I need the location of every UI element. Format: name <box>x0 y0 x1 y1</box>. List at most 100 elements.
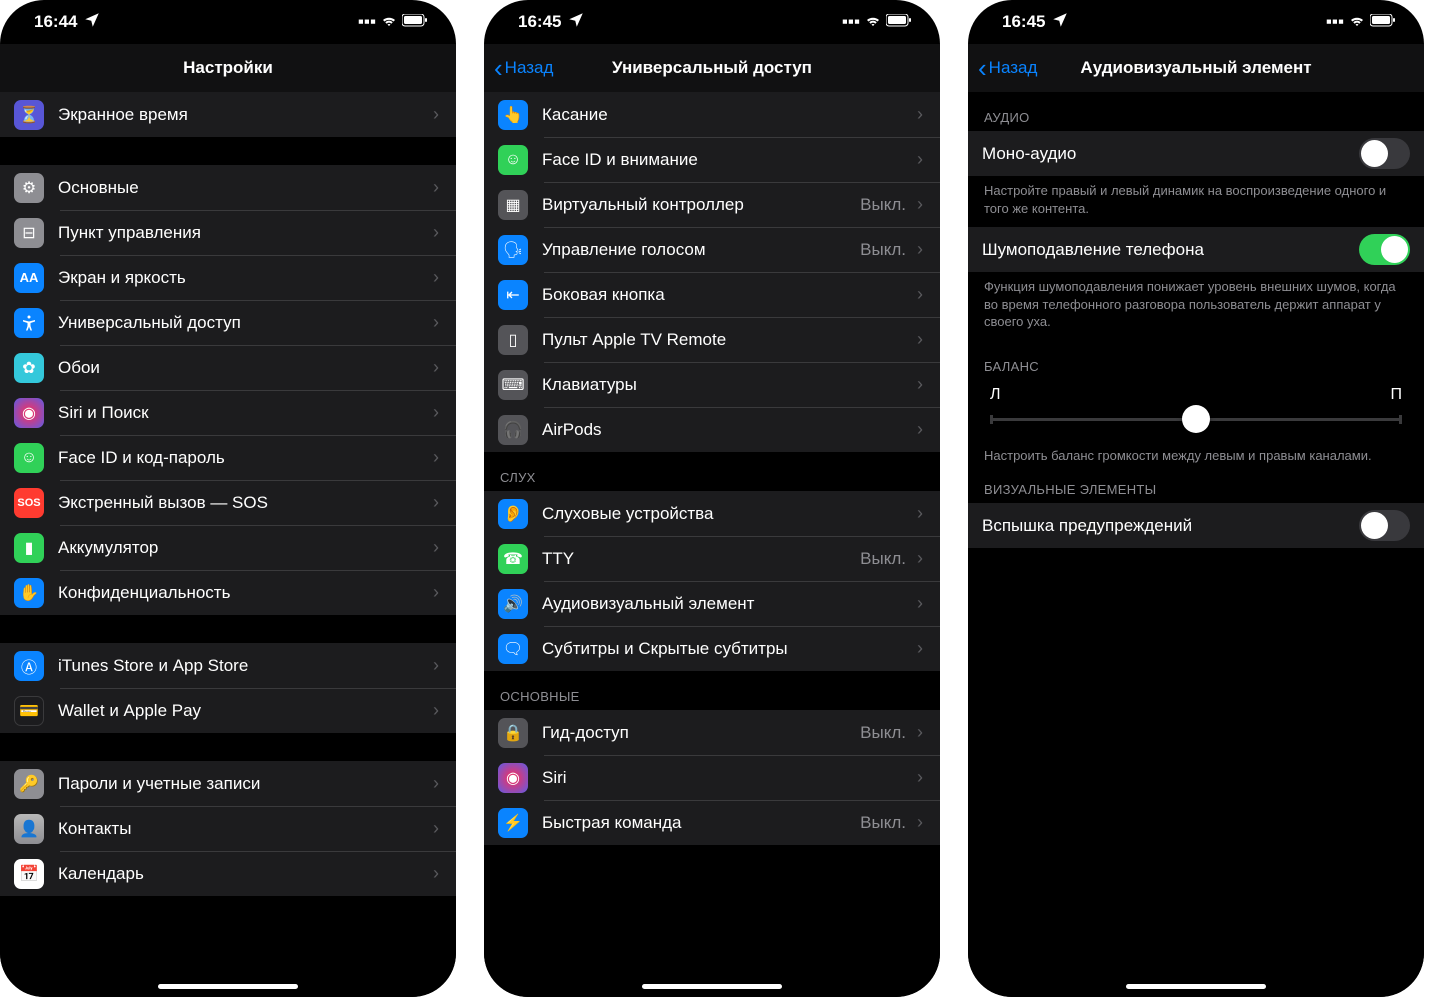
hand-icon: ✋ <box>14 578 44 608</box>
back-button[interactable]: ‹ Назад <box>978 53 1037 84</box>
row-calendar[interactable]: 📅 Календарь › <box>0 851 456 896</box>
row-battery[interactable]: ▮ Аккумулятор › <box>0 525 456 570</box>
row-guided-access[interactable]: 🔒 Гид-доступ Выкл. › <box>484 710 940 755</box>
home-indicator[interactable] <box>158 984 298 989</box>
chevron-right-icon: › <box>430 177 442 198</box>
nav-bar: ‹ Назад Аудиовизуальный элемент <box>968 44 1424 92</box>
lock-icon: 🔒 <box>498 718 528 748</box>
row-privacy[interactable]: ✋ Конфиденциальность › <box>0 570 456 615</box>
balance-slider-thumb[interactable] <box>1182 405 1210 433</box>
row-screentime[interactable]: ⏳ Экранное время › <box>0 92 456 137</box>
row-contacts[interactable]: 👤 Контакты › <box>0 806 456 851</box>
row-noise-cancel: Шумоподавление телефона <box>968 227 1424 272</box>
row-airpods[interactable]: 🎧 AirPods › <box>484 407 940 452</box>
chevron-right-icon: › <box>430 655 442 676</box>
mono-audio-switch[interactable] <box>1359 138 1410 169</box>
status-time: 16:44 <box>34 12 77 32</box>
appstore-icon: Ⓐ <box>14 651 44 681</box>
status-bar: 16:44 ▪▪▪ <box>0 0 456 44</box>
touch-icon: 👆 <box>498 100 528 130</box>
row-wallet[interactable]: 💳 Wallet и Apple Pay › <box>0 688 456 733</box>
row-touch[interactable]: 👆 Касание › <box>484 92 940 137</box>
back-button[interactable]: ‹ Назад <box>494 53 553 84</box>
switches-icon: ⊟ <box>14 218 44 248</box>
row-shortcut[interactable]: ⚡ Быстрая команда Выкл. › <box>484 800 940 845</box>
status-bar: 16:45 ▪▪▪ <box>484 0 940 44</box>
siri-icon: ◉ <box>498 763 528 793</box>
row-switch-control[interactable]: ▦ Виртуальный контроллер Выкл. › <box>484 182 940 227</box>
row-control-center[interactable]: ⊟ Пункт управления › <box>0 210 456 255</box>
chevron-right-icon: › <box>430 582 442 603</box>
row-display[interactable]: AA Экран и яркость › <box>0 255 456 300</box>
key-icon: 🔑 <box>14 769 44 799</box>
chevron-right-icon: › <box>430 104 442 125</box>
faceid-icon: ☺ <box>498 145 528 175</box>
row-subtitles[interactable]: 🗨 Субтитры и Скрытые субтитры › <box>484 626 940 671</box>
row-passwords[interactable]: 🔑 Пароли и учетные записи › <box>0 761 456 806</box>
section-visual: ВИЗУАЛЬНЫЕ ЭЛЕМЕНТЫ <box>968 474 1424 503</box>
row-tty[interactable]: ☎ TTY Выкл. › <box>484 536 940 581</box>
chevron-right-icon: › <box>430 222 442 243</box>
row-sos[interactable]: SOS Экстренный вызов — SOS › <box>0 480 456 525</box>
row-hearing-devices[interactable]: 👂 Слуховые устройства › <box>484 491 940 536</box>
row-general[interactable]: ⚙ Основные › <box>0 165 456 210</box>
signal-icon: ▪▪▪ <box>842 12 860 32</box>
chevron-right-icon: › <box>430 447 442 468</box>
row-keyboards[interactable]: ⌨ Клавиатуры › <box>484 362 940 407</box>
row-appstore[interactable]: Ⓐ iTunes Store и App Store › <box>0 643 456 688</box>
chevron-right-icon: › <box>914 239 926 260</box>
noise-cancel-switch[interactable] <box>1359 234 1410 265</box>
chevron-right-icon: › <box>914 194 926 215</box>
nav-bar: Настройки <box>0 44 456 92</box>
chevron-right-icon: › <box>430 267 442 288</box>
row-side-button[interactable]: ⇤ Боковая кнопка › <box>484 272 940 317</box>
siri-icon: ◉ <box>14 398 44 428</box>
row-flash-alerts[interactable]: Вспышка предупреждений <box>968 503 1424 548</box>
balance-left-label: Л <box>990 386 1001 404</box>
balance-right-label: П <box>1391 386 1403 404</box>
row-wallpaper[interactable]: ✿ Обои › <box>0 345 456 390</box>
flash-alerts-switch[interactable] <box>1359 510 1410 541</box>
row-voice-control[interactable]: 🗣 Управление голосом Выкл. › <box>484 227 940 272</box>
settings-list[interactable]: ⏳ Экранное время › ⚙ Основные › ⊟ Пункт … <box>0 92 456 997</box>
row-faceid[interactable]: ☺ Face ID и код-пароль › <box>0 435 456 480</box>
status-bar: 16:45 ▪▪▪ <box>968 0 1424 44</box>
row-siri[interactable]: ◉ Siri и Поиск › <box>0 390 456 435</box>
row-tv-remote[interactable]: ▯ Пульт Apple TV Remote › <box>484 317 940 362</box>
sos-icon: SOS <box>14 488 44 518</box>
chevron-right-icon: › <box>430 863 442 884</box>
chevron-left-icon: ‹ <box>494 53 503 84</box>
home-indicator[interactable] <box>1126 984 1266 989</box>
battery-icon <box>1370 12 1396 32</box>
chevron-right-icon: › <box>914 722 926 743</box>
row-accessibility[interactable]: Универсальный доступ › <box>0 300 456 345</box>
location-icon <box>567 11 585 34</box>
nav-title: Настройки <box>183 58 273 78</box>
row-faceid-attention[interactable]: ☺ Face ID и внимание › <box>484 137 940 182</box>
gear-icon: ⚙ <box>14 173 44 203</box>
chevron-right-icon: › <box>914 329 926 350</box>
chevron-right-icon: › <box>430 312 442 333</box>
wifi-icon <box>864 11 882 34</box>
flower-icon: ✿ <box>14 353 44 383</box>
nav-title: Универсальный доступ <box>612 58 812 78</box>
chevron-right-icon: › <box>914 374 926 395</box>
chevron-right-icon: › <box>430 818 442 839</box>
chevron-right-icon: › <box>914 812 926 833</box>
subtitles-icon: 🗨 <box>498 634 528 664</box>
chevron-right-icon: › <box>914 767 926 788</box>
wifi-icon <box>380 11 398 34</box>
status-time: 16:45 <box>1002 12 1045 32</box>
side-button-icon: ⇤ <box>498 280 528 310</box>
home-indicator[interactable] <box>642 984 782 989</box>
audiovisual-list[interactable]: АУДИО Моно-аудио Настройте правый и левы… <box>968 92 1424 997</box>
location-icon <box>83 11 101 34</box>
row-siri[interactable]: ◉ Siri › <box>484 755 940 800</box>
signal-icon: ▪▪▪ <box>1326 12 1344 32</box>
row-audiovisual[interactable]: 🔊 Аудиовизуальный элемент › <box>484 581 940 626</box>
tty-icon: ☎ <box>498 544 528 574</box>
chevron-right-icon: › <box>430 492 442 513</box>
accessibility-list[interactable]: 👆 Касание › ☺ Face ID и внимание › ▦ Вир… <box>484 92 940 997</box>
balance-slider[interactable] <box>990 418 1402 421</box>
battery-icon <box>886 12 912 32</box>
